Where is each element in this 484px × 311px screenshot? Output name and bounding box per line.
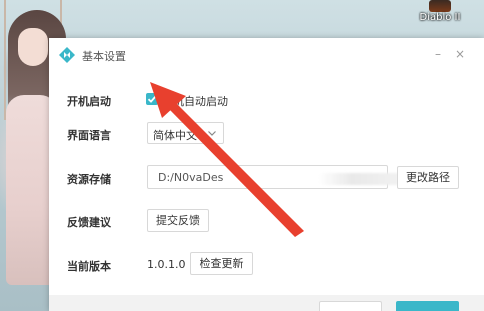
app-logo-icon: [59, 47, 75, 63]
swing-rope: [4, 0, 6, 120]
submit-feedback-button[interactable]: 提交反馈: [147, 209, 209, 232]
check-update-button[interactable]: 检查更新: [190, 252, 253, 275]
chevron-down-icon: [208, 131, 216, 136]
version-value: 1.0.1.0: [147, 258, 186, 271]
dialog-footer: [49, 295, 484, 311]
language-select-value: 简体中文: [153, 129, 197, 142]
footer-primary-button[interactable]: [396, 301, 459, 311]
minimize-button[interactable]: –: [430, 46, 446, 62]
autostart-label: 开机启动: [67, 95, 111, 108]
diablo-app-icon: [429, 0, 451, 12]
desktop-shortcut-label: Diablo II: [419, 12, 461, 23]
settings-window: 基本设置 – × 开机启动 开机自动启动 界面语言 简体中文 资源存储 D:/N…: [49, 38, 484, 311]
window-title: 基本设置: [82, 50, 126, 63]
feedback-label: 反馈建议: [67, 216, 111, 229]
autostart-checkbox-label[interactable]: 开机自动启动: [162, 93, 228, 109]
checkmark-icon: [147, 95, 157, 103]
footer-secondary-button[interactable]: [319, 301, 382, 311]
change-path-button[interactable]: 更改路径: [397, 166, 459, 189]
close-button[interactable]: ×: [452, 46, 468, 62]
language-select[interactable]: 简体中文: [147, 122, 224, 144]
storage-path-value: D:/N0vaDes: [158, 171, 224, 184]
autostart-checkbox[interactable]: [146, 93, 158, 105]
character-face: [18, 28, 48, 66]
version-label: 当前版本: [67, 260, 111, 273]
storage-path-field[interactable]: D:/N0vaDes: [147, 165, 433, 189]
title-bar: 基本设置 – ×: [49, 38, 484, 72]
language-label: 界面语言: [67, 129, 111, 142]
desktop-shortcut-diablo[interactable]: Diablo II: [414, 0, 466, 26]
storage-label: 资源存储: [67, 173, 111, 186]
